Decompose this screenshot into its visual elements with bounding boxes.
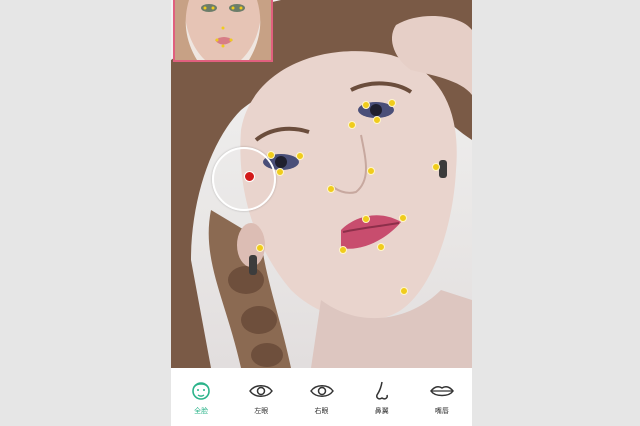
keypoint[interactable] xyxy=(373,116,381,124)
keypoint[interactable] xyxy=(362,101,370,109)
keypoint[interactable] xyxy=(256,244,264,252)
eye-icon xyxy=(249,385,274,397)
keypoint[interactable] xyxy=(267,151,275,159)
tool-full-face[interactable]: 全脸 xyxy=(171,368,231,426)
keypoint[interactable] xyxy=(432,163,440,171)
tool-lips[interactable]: 嘴唇 xyxy=(412,368,472,426)
tool-label: 嘴唇 xyxy=(434,407,449,415)
tool-label: 全脸 xyxy=(194,407,209,415)
tool-label: 左眼 xyxy=(254,407,269,415)
keypoint[interactable] xyxy=(327,185,335,193)
phone-screen: 全脸 左眼 右眼 鼻翼 嘴唇 xyxy=(171,0,472,426)
face-photo-canvas[interactable] xyxy=(171,0,472,368)
keypoint[interactable] xyxy=(367,167,375,175)
tool-left-eye[interactable]: 左眼 xyxy=(231,368,291,426)
keypoint[interactable] xyxy=(362,215,370,223)
bottom-toolbar: 全脸 左眼 右眼 鼻翼 嘴唇 xyxy=(171,368,472,426)
tool-right-eye[interactable]: 右眼 xyxy=(291,368,351,426)
keypoint[interactable] xyxy=(339,246,347,254)
lips-icon xyxy=(429,386,454,397)
keypoint[interactable] xyxy=(400,287,408,295)
tool-label: 右眼 xyxy=(314,407,329,415)
keypoint[interactable] xyxy=(399,214,407,222)
face-thumbnail xyxy=(173,0,273,62)
keypoint[interactable] xyxy=(388,99,396,107)
keypoint[interactable] xyxy=(276,168,284,176)
selected-keypoint[interactable] xyxy=(244,171,255,182)
eye-icon xyxy=(309,385,334,397)
keypoint[interactable] xyxy=(348,121,356,129)
tool-label: 鼻翼 xyxy=(374,407,389,415)
nose-icon xyxy=(375,381,388,400)
keypoint[interactable] xyxy=(377,243,385,251)
keypoint[interactable] xyxy=(296,152,304,160)
tool-nose[interactable]: 鼻翼 xyxy=(352,368,412,426)
face-icon xyxy=(192,382,210,400)
thumbnail-face-image xyxy=(175,0,271,60)
